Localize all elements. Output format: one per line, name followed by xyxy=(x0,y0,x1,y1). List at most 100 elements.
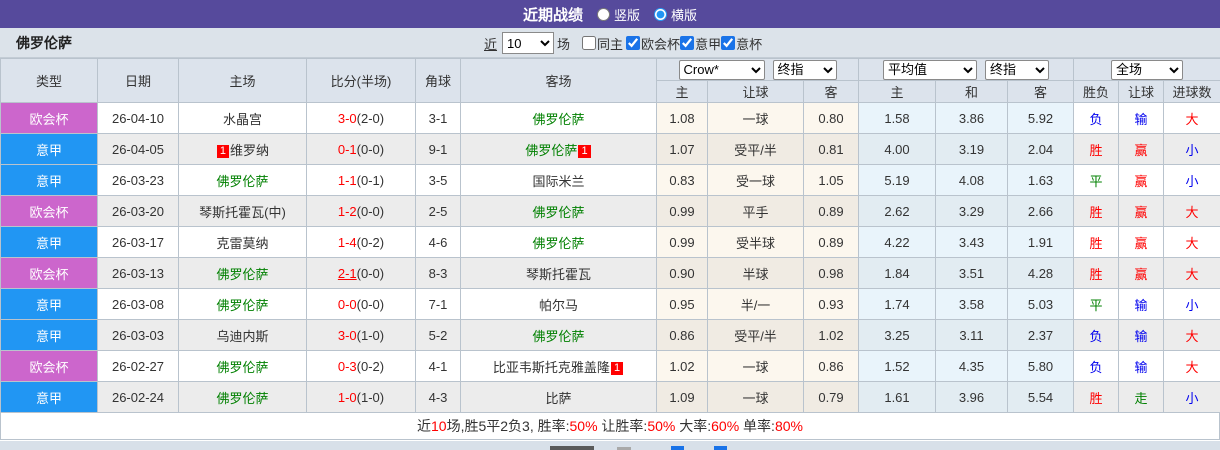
league-filter-checkbox[interactable] xyxy=(721,36,736,50)
odds-away-cell: 0.79 xyxy=(803,381,859,413)
table-row: 意甲 26-02-24 佛罗伦萨 1-0(1-0) 4-3 比萨 1.09 一球 0.79 1.6… xyxy=(0,381,1220,413)
results-tbody: 欧会杯 26-04-10 水晶宫 3-0(2-0) 3-1 佛罗伦萨 1.08 一球 0.80 1… xyxy=(0,102,1220,413)
odds-line-cell: 半球 xyxy=(707,257,804,289)
col-header-score: 比分(半场) xyxy=(306,58,416,103)
date-cell: 26-02-27 xyxy=(97,350,179,382)
league-cell: 意甲 xyxy=(0,319,98,351)
result-wdl-cell: 胜 xyxy=(1073,195,1120,227)
match-count-select[interactable]: 10 xyxy=(502,32,555,54)
table-row: 意甲 26-04-05 1 维罗纳 0-1(0-0) 9-1 佛罗伦萨 1 1.07 受平/半 0.… xyxy=(0,133,1220,165)
odds-home-cell: 1.08 xyxy=(656,102,708,134)
horizontal-radio-input[interactable] xyxy=(654,7,667,21)
corner-cell: 2-5 xyxy=(415,195,461,227)
summary-stat-value: 10 xyxy=(431,418,447,434)
odds-away-cell: 0.86 xyxy=(803,350,859,382)
avg-draw-cell: 3.11 xyxy=(935,319,1008,351)
title-bar: 近期战绩 竖版 横版 xyxy=(0,0,1220,28)
odds-home-cell: 1.09 xyxy=(656,381,708,413)
result-goals-cell: 小 xyxy=(1163,381,1220,413)
avg-away-cell: 2.37 xyxy=(1006,319,1075,351)
odds-line-cell: 受半球 xyxy=(707,226,804,258)
sub-header-goals: 进球数 xyxy=(1163,80,1220,103)
corner-cell: 3-5 xyxy=(415,164,461,196)
summary-text: 近 xyxy=(417,418,432,434)
same-home-checkbox[interactable] xyxy=(582,36,597,50)
table-row: 意甲 26-03-08 佛罗伦萨 0-0(0-0) 7-1 帕尔马 0.95 半/一 0.93 1… xyxy=(0,288,1220,320)
summary-text: 场,胜5平2负3, 胜率: xyxy=(446,418,570,434)
result-goals-cell: 大 xyxy=(1163,319,1220,351)
odds-home-cell: 0.90 xyxy=(656,257,708,289)
result-handicap-cell: 输 xyxy=(1118,350,1165,382)
league-cell: 意甲 xyxy=(0,164,98,196)
result-wdl-cell: 负 xyxy=(1073,319,1120,351)
corner-cell: 8-3 xyxy=(415,257,461,289)
score-cell: 0-3(0-2) xyxy=(306,350,416,382)
col-header-home: 主场 xyxy=(178,58,307,103)
corner-cell: 7-1 xyxy=(415,288,461,320)
layout-radio-vertical[interactable]: 竖版 xyxy=(596,5,640,24)
league-filter[interactable]: 欧会杯 xyxy=(626,34,680,53)
team-name: 佛罗伦萨 xyxy=(16,34,72,51)
avg-draw-cell: 3.58 xyxy=(935,288,1008,320)
score-cell: 1-1(0-1) xyxy=(306,164,416,196)
vertical-radio-input[interactable] xyxy=(596,7,610,21)
corner-cell: 5-2 xyxy=(415,319,461,351)
scope-select[interactable]: 全场 xyxy=(1111,59,1184,80)
odds-away-cell: 0.93 xyxy=(803,288,859,320)
odds-home-cell: 0.83 xyxy=(656,164,708,196)
red-card-badge: 1 xyxy=(216,144,230,158)
league-filter-checkbox[interactable] xyxy=(626,36,641,50)
odds-home-cell: 1.07 xyxy=(656,133,708,165)
league-filter[interactable]: 意甲 xyxy=(680,34,721,53)
league-filter-checkbox[interactable] xyxy=(680,36,695,50)
date-cell: 26-03-13 xyxy=(97,257,179,289)
avg-draw-cell: 3.29 xyxy=(935,195,1008,227)
summary-text: 让胜率: xyxy=(597,418,648,434)
sub-header-avg-home: 主 xyxy=(858,80,936,103)
odds-stage-select-2[interactable]: 终指 xyxy=(985,59,1050,80)
away-team-cell: 国际米兰 xyxy=(460,164,657,196)
result-goals-cell: 小 xyxy=(1163,164,1220,196)
col-header-date: 日期 xyxy=(97,58,179,103)
result-handicap-cell: 赢 xyxy=(1118,195,1165,227)
home-team-cell: 佛罗伦萨 xyxy=(178,381,307,413)
odds-company-select[interactable]: Crow* xyxy=(678,59,765,80)
avg-home-cell: 4.00 xyxy=(858,133,936,165)
odds-home-cell: 0.99 xyxy=(656,195,708,227)
league-cell: 欧会杯 xyxy=(0,350,98,382)
odds-stage-select-1[interactable]: 终指 xyxy=(772,59,837,80)
avg-away-cell: 2.66 xyxy=(1006,195,1075,227)
summary-stat-value: 50% xyxy=(569,418,598,434)
avg-away-cell: 5.92 xyxy=(1006,102,1075,134)
avg-away-cell: 5.80 xyxy=(1006,350,1075,382)
summary-text: 大率: xyxy=(675,418,712,434)
date-cell: 26-03-17 xyxy=(97,226,179,258)
matches-label: 场 xyxy=(557,36,571,52)
away-team-cell: 佛罗伦萨 xyxy=(460,195,657,227)
league-filter-label: 欧会杯 xyxy=(641,36,681,52)
result-wdl-cell: 胜 xyxy=(1073,381,1120,413)
league-filter[interactable]: 意杯 xyxy=(721,34,762,53)
result-goals-cell: 大 xyxy=(1163,102,1220,134)
near-link[interactable]: 近 xyxy=(484,34,497,53)
corner-cell: 4-3 xyxy=(415,381,461,413)
date-cell: 26-02-24 xyxy=(97,381,179,413)
table-row: 意甲 26-03-17 克雷莫纳 1-4(0-2) 4-6 佛罗伦萨 0.99 受半球 0.89… xyxy=(0,226,1220,258)
layout-radio-horizontal[interactable]: 横版 xyxy=(654,5,697,24)
avg-home-cell: 1.84 xyxy=(858,257,936,289)
same-home-filter[interactable]: 同主 xyxy=(582,34,623,53)
result-handicap-cell: 赢 xyxy=(1118,226,1165,258)
odds-line-cell: 半/一 xyxy=(707,288,804,320)
corner-cell: 3-1 xyxy=(415,102,461,134)
result-goals-cell: 小 xyxy=(1163,288,1220,320)
summary-stat-value: 60% xyxy=(711,418,740,434)
summary-text: 单率: xyxy=(739,418,775,434)
avg-away-cell: 5.54 xyxy=(1006,381,1075,413)
avg-home-cell: 3.25 xyxy=(858,319,936,351)
next-panel-cutoff xyxy=(0,441,1220,450)
avg-draw-cell: 3.19 xyxy=(935,133,1008,165)
odds-line-cell: 受一球 xyxy=(707,164,804,196)
average-select[interactable]: 平均值 xyxy=(883,59,978,80)
result-wdl-cell: 负 xyxy=(1073,350,1120,382)
home-team-cell: 佛罗伦萨 xyxy=(178,164,307,196)
